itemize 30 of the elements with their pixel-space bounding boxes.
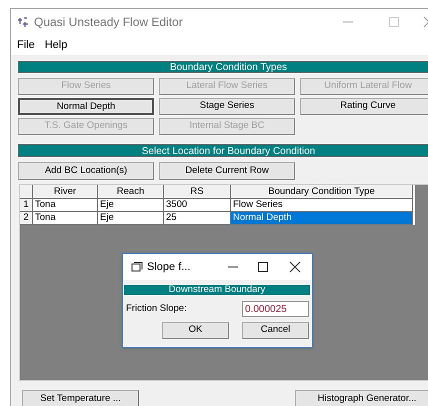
type-button[interactable]: Normal Depth <box>18 98 154 115</box>
type-button[interactable]: Rating Curve <box>300 98 428 115</box>
row-number: 2 <box>20 212 33 225</box>
menu-item[interactable]: Help <box>44 36 68 54</box>
section-header: Boundary Condition Types <box>18 61 428 73</box>
table-cell[interactable]: Flow Series <box>231 199 413 212</box>
type-button[interactable]: Stage Series <box>159 98 295 115</box>
window-title: Quasi Unsteady Flow Editor <box>34 14 183 31</box>
dialog-button[interactable]: OK <box>162 322 229 339</box>
input-field[interactable]: 0.000025 <box>242 301 309 317</box>
table-cell[interactable]: Eje <box>98 199 164 212</box>
table-cell[interactable]: 3500 <box>164 199 231 212</box>
action-button[interactable]: Set Temperature ... <box>22 390 139 406</box>
action-button[interactable]: Add BC Location(s) <box>18 162 154 180</box>
table-cell[interactable]: Tona <box>33 199 98 212</box>
table-cell[interactable]: Normal Depth <box>231 212 413 225</box>
action-button[interactable]: Histograph Generator... <box>295 390 428 406</box>
action-button[interactable]: Delete Current Row <box>159 162 295 180</box>
window-icon <box>131 262 143 272</box>
menu-item[interactable]: File <box>17 36 35 54</box>
table-cell[interactable]: Eje <box>98 212 164 225</box>
table-cell[interactable]: Tona <box>33 212 98 225</box>
dialog-header: Downstream Boundary <box>124 285 310 295</box>
field-label: Friction Slope: <box>126 302 187 316</box>
row-number: 1 <box>20 199 33 212</box>
section-header: Select Location for Boundary Condition <box>18 144 428 157</box>
dialog-title: Slope f... <box>147 260 190 275</box>
dialog-button[interactable]: Cancel <box>242 322 309 339</box>
table-cell[interactable]: 25 <box>164 212 231 225</box>
app-icon <box>17 16 29 28</box>
